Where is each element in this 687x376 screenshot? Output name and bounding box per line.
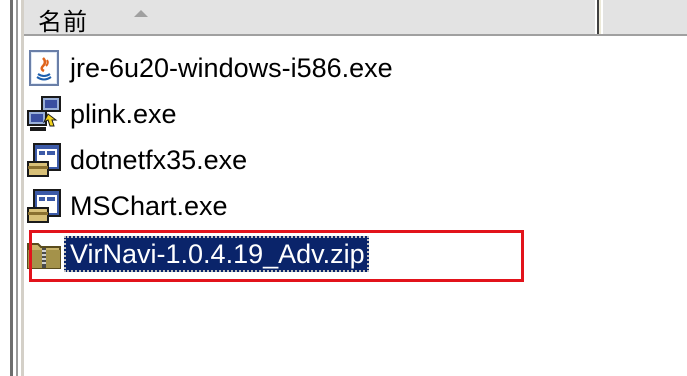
- left-pane-border: [0, 0, 24, 376]
- name-column-header[interactable]: 名前: [24, 0, 599, 36]
- file-item-mschart[interactable]: MSChart.exe: [24, 186, 232, 226]
- network-computer-icon: [24, 94, 64, 134]
- file-item-plink[interactable]: plink.exe: [24, 94, 181, 134]
- file-name: dotnetfx35.exe: [70, 145, 248, 175]
- file-item-jre[interactable]: jre-6u20-windows-i586.exe: [24, 48, 397, 88]
- column-header-bar: 名前: [24, 0, 687, 36]
- next-column-header[interactable]: [601, 0, 687, 34]
- setup-installer-icon: [24, 140, 64, 180]
- sort-ascending-icon: [134, 10, 148, 17]
- file-name: MSChart.exe: [70, 191, 228, 221]
- red-highlight-box: [29, 230, 524, 282]
- setup-installer-icon: [24, 186, 64, 226]
- file-item-dotnetfx35[interactable]: dotnetfx35.exe: [24, 140, 251, 180]
- file-explorer-window: 名前 jre-6u20-windows-i586.exe plink.exe d…: [0, 0, 687, 376]
- java-installer-icon: [24, 48, 64, 88]
- file-name: plink.exe: [70, 99, 177, 129]
- file-name: jre-6u20-windows-i586.exe: [70, 53, 393, 83]
- border-line: [10, 0, 13, 376]
- name-column-label: 名前: [38, 8, 88, 36]
- border-line: [16, 0, 18, 376]
